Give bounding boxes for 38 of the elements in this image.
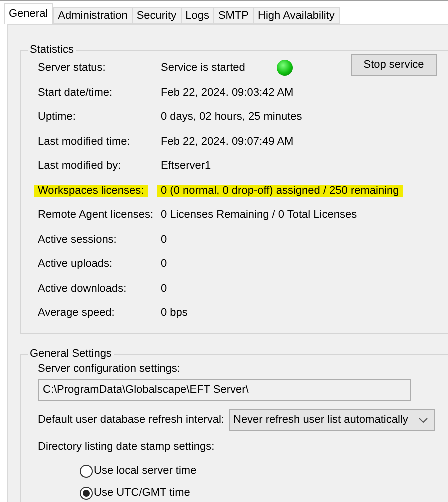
tab[interactable]: SMTP <box>213 7 254 24</box>
field-label: Average speed: <box>38 307 115 320</box>
field-label: Default user database refresh interval: <box>38 414 224 426</box>
field-label: Active downloads: <box>38 282 127 295</box>
field-label: Workspaces licenses: <box>34 184 148 197</box>
field-value: 0 bps <box>161 307 188 320</box>
tab[interactable]: High Availability <box>253 7 340 24</box>
field-value: Feb 22, 2024. 09:03:42 AM <box>161 86 294 99</box>
field-label: Server configuration settings: <box>38 363 180 375</box>
field-label: Uptime: <box>38 111 76 124</box>
field-label: Directory listing date stamp settings: <box>38 441 215 453</box>
stop-service-button[interactable]: Stop service <box>351 54 437 76</box>
tab[interactable]: Logs <box>180 7 214 24</box>
tab[interactable]: Security <box>132 7 182 24</box>
group-title: General Settings <box>29 348 113 360</box>
tab[interactable]: Administration <box>53 7 133 24</box>
field-value: 0 Licenses Remaining / 0 Total Licenses <box>161 209 358 222</box>
field-value: 0 <box>161 258 168 270</box>
field-label: Remote Agent licenses: <box>38 209 154 222</box>
radio-label[interactable]: Use local server time <box>94 465 197 477</box>
field-label: Start date/time: <box>38 86 113 99</box>
field-label: Active sessions: <box>38 234 117 246</box>
field-label: Active uploads: <box>38 258 113 270</box>
field-value: 0 <box>161 234 168 246</box>
tab[interactable]: General <box>4 3 54 24</box>
field-value: 0 <box>161 282 168 295</box>
field-label: Server status: <box>38 62 107 74</box>
field-value: Eftserver1 <box>161 160 212 172</box>
refresh-dropdown[interactable]: Never refresh user list automatically <box>228 409 434 431</box>
path-field[interactable]: C:\ProgramData\Globalscape\EFT Server\ <box>38 379 411 401</box>
field-label: Last modified by: <box>38 160 122 172</box>
field-value: 0 (0 normal, 0 drop-off) assigned / 250 remaining <box>157 184 404 197</box>
field-value: Feb 22, 2024. 09:07:49 AM <box>161 136 294 148</box>
field-value: 0 days, 02 hours, 25 minutes <box>161 111 302 124</box>
field-label: Last modified time: <box>38 136 130 148</box>
group-title: Statistics <box>29 44 76 56</box>
radio-label[interactable]: Use UTC/GMT time <box>94 487 190 499</box>
field-value: Service is started <box>161 62 246 74</box>
